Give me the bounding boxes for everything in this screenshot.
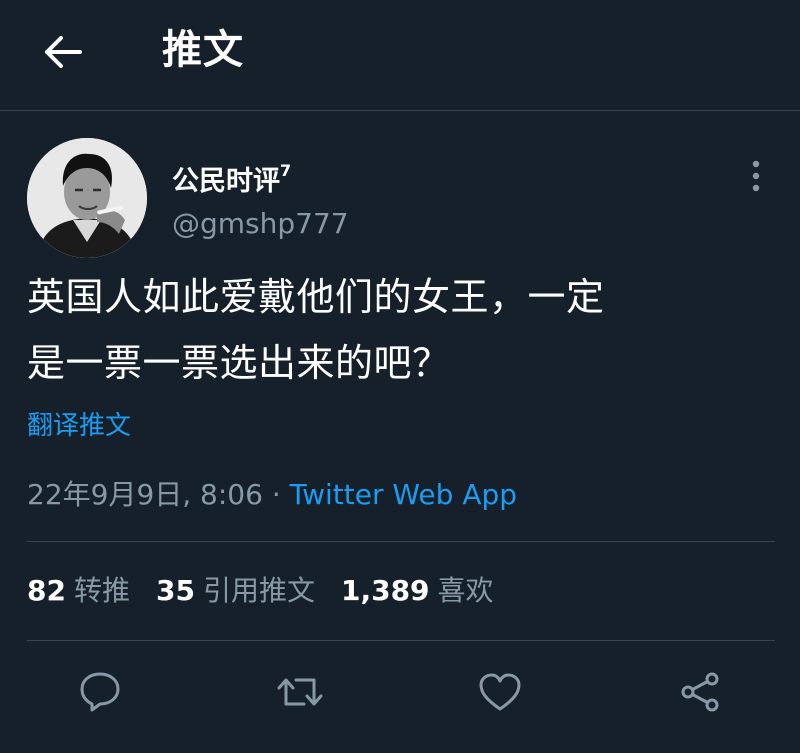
action-bar (0, 664, 800, 720)
engagement-stats: 82 转推 35 引用推文 1,389 喜欢 (27, 570, 520, 612)
reply-button[interactable] (72, 664, 128, 720)
divider (27, 640, 775, 641)
likes-stat[interactable]: 1,389 喜欢 (341, 570, 494, 612)
quotes-stat[interactable]: 35 引用推文 (156, 570, 315, 612)
tweet-text: 英国人如此爱戴他们的女王，一定 是一票一票选出来的吧？ (27, 264, 777, 396)
avatar-image (27, 138, 147, 258)
divider (27, 541, 775, 542)
back-button[interactable] (38, 32, 86, 72)
reply-icon (80, 672, 120, 712)
like-button[interactable] (472, 664, 528, 720)
retweet-icon (277, 678, 323, 706)
retweet-button[interactable] (272, 664, 328, 720)
avatar[interactable] (27, 138, 147, 258)
meta-separator: · (262, 478, 290, 511)
translate-tweet-link[interactable]: 翻译推文 (27, 408, 131, 444)
tweet-text-line: 英国人如此爱戴他们的女王，一定 (27, 275, 605, 319)
name-suffix: 7 (280, 161, 292, 180)
tweet-meta: 22年9月9日, 8:06 · Twitter Web App (27, 474, 517, 516)
tweet-text-line: 是一票一票选出来的吧？ (27, 341, 451, 385)
timestamp[interactable]: 22年9月9日, 8:06 (27, 478, 263, 511)
top-bar: 推文 (0, 0, 800, 111)
heart-icon (479, 673, 521, 711)
user-handle[interactable]: @gmshp777 (172, 206, 349, 242)
more-options-button[interactable] (738, 156, 774, 196)
more-vertical-icon (752, 160, 760, 192)
source-link[interactable]: Twitter Web App (290, 478, 517, 511)
share-icon (681, 672, 719, 712)
page-title: 推文 (162, 27, 244, 73)
display-name[interactable]: 公民时评7 (172, 158, 291, 199)
retweets-stat[interactable]: 82 转推 (27, 570, 130, 612)
share-button[interactable] (672, 664, 728, 720)
arrow-left-icon (45, 36, 82, 68)
